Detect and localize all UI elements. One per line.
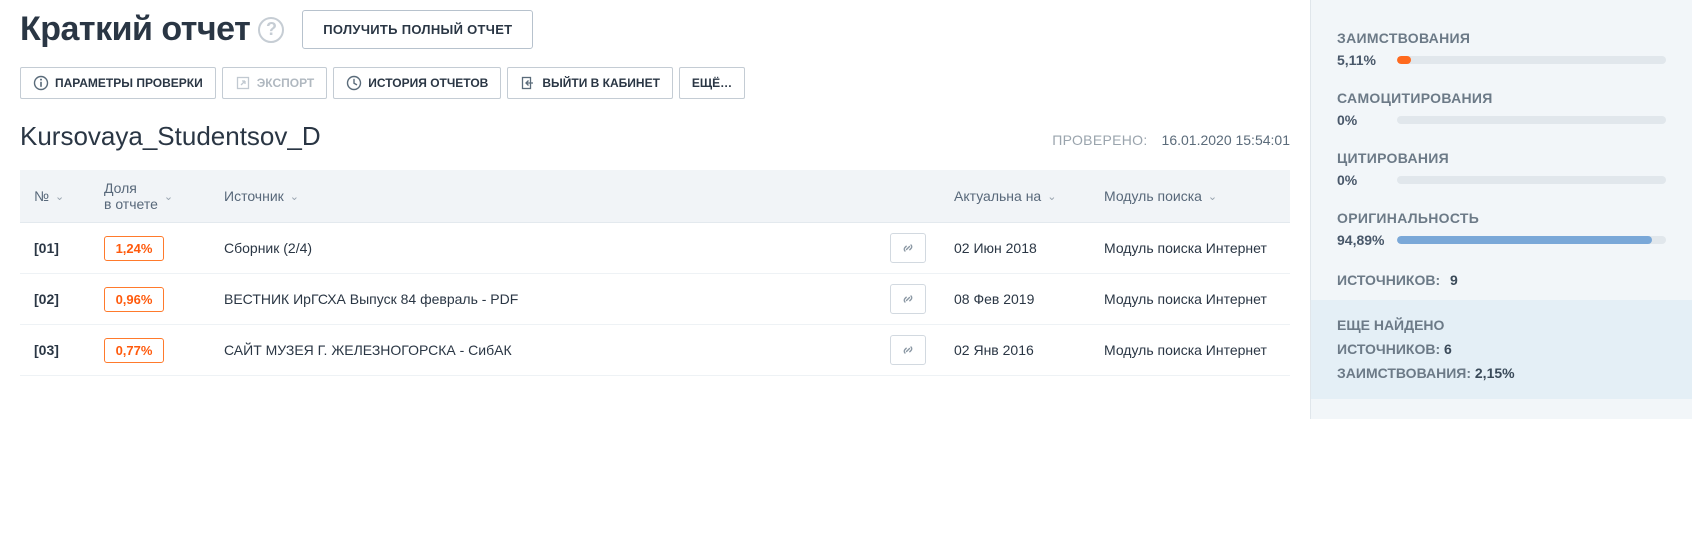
page-title-text: Краткий отчет bbox=[20, 10, 250, 49]
check-params-button[interactable]: ПАРАМЕТРЫ ПРОВЕРКИ bbox=[20, 67, 216, 99]
row-number: [02] bbox=[20, 274, 90, 325]
header-number[interactable]: № ⌄ bbox=[34, 188, 64, 204]
sources-count: ИСТОЧНИКОВ: 9 bbox=[1311, 260, 1692, 300]
source-date: 02 Июн 2018 bbox=[940, 223, 1090, 274]
report-history-button[interactable]: ИСТОРИЯ ОТЧЕТОВ bbox=[333, 67, 501, 99]
row-number: [03] bbox=[20, 325, 90, 376]
cite-value: 0% bbox=[1337, 172, 1387, 188]
checked-info: ПРОВЕРЕНО: 16.01.2020 15:54:01 bbox=[1052, 132, 1290, 148]
borrow-stat: ЗАИМСТВОВАНИЯ 5,11% bbox=[1311, 20, 1692, 80]
cite-stat: ЦИТИРОВАНИЯ 0% bbox=[1311, 140, 1692, 200]
sources-table: № ⌄ Доляв отчете ⌄ Источник ⌄ Актуальна … bbox=[20, 170, 1290, 376]
percent-badge: 0,96% bbox=[104, 287, 164, 312]
row-number: [01] bbox=[20, 223, 90, 274]
original-bar bbox=[1397, 236, 1666, 244]
source-date: 08 Фев 2019 bbox=[940, 274, 1090, 325]
exit-cabinet-button[interactable]: ВЫЙТИ В КАБИНЕТ bbox=[507, 67, 673, 99]
header-share[interactable]: Доляв отчете ⌄ bbox=[104, 180, 173, 212]
exit-icon bbox=[520, 75, 536, 91]
extra-found-label-2: ИСТОЧНИКОВ: bbox=[1337, 341, 1440, 357]
source-date: 02 Янв 2016 bbox=[940, 325, 1090, 376]
table-row: [02] 0,96% ВЕСТНИК ИрГСХА Выпуск 84 феврал… bbox=[20, 274, 1290, 325]
source-module: Модуль поиска Интернет bbox=[1090, 325, 1290, 376]
stats-sidebar: ЗАИМСТВОВАНИЯ 5,11% САМОЦИТИРОВАНИЯ 0% Ц… bbox=[1310, 0, 1692, 419]
link-icon bbox=[900, 342, 916, 358]
source-title: Сборник (2/4) bbox=[210, 223, 876, 274]
more-label: ЕЩЁ… bbox=[692, 76, 732, 90]
checked-label: ПРОВЕРЕНО: bbox=[1052, 132, 1147, 148]
selfcite-value: 0% bbox=[1337, 112, 1387, 128]
get-full-report-button[interactable]: ПОЛУЧИТЬ ПОЛНЫЙ ОТЧЕТ bbox=[302, 10, 533, 49]
exit-cabinet-label: ВЫЙТИ В КАБИНЕТ bbox=[542, 76, 660, 90]
original-label: ОРИГИНАЛЬНОСТЬ bbox=[1337, 210, 1666, 226]
help-icon[interactable]: ? bbox=[258, 17, 284, 43]
sort-icon: ⌄ bbox=[1208, 190, 1217, 203]
source-link-button[interactable] bbox=[890, 335, 926, 365]
export-label: ЭКСПОРТ bbox=[257, 76, 315, 90]
info-icon bbox=[33, 75, 49, 91]
check-params-label: ПАРАМЕТРЫ ПРОВЕРКИ bbox=[55, 76, 203, 90]
borrow-label: ЗАИМСТВОВАНИЯ bbox=[1337, 30, 1666, 46]
extra-sources-box[interactable]: ЕЩЕ НАЙДЕНО ИСТОЧНИКОВ: 6 ЗАИМСТВОВАНИЯ:… bbox=[1311, 300, 1692, 399]
toolbar: ПАРАМЕТРЫ ПРОВЕРКИ ЭКСПОРТ ИСТОРИЯ ОТЧЕТ… bbox=[20, 67, 1290, 99]
header-module[interactable]: Модуль поиска ⌄ bbox=[1104, 188, 1217, 204]
percent-badge: 1,24% bbox=[104, 236, 164, 261]
original-value: 94,89% bbox=[1337, 232, 1387, 248]
selfcite-bar bbox=[1397, 116, 1666, 124]
export-icon bbox=[235, 75, 251, 91]
sort-icon: ⌄ bbox=[290, 190, 299, 203]
extra-found-count: 6 bbox=[1444, 341, 1452, 357]
link-icon bbox=[900, 240, 916, 256]
source-title: САЙТ МУЗЕЯ Г. ЖЕЛЕЗНОГОРСКА - СибАК bbox=[210, 325, 876, 376]
document-name: Kursovaya_Studentsov_D bbox=[20, 121, 321, 152]
header-source[interactable]: Источник ⌄ bbox=[224, 188, 299, 204]
extra-borrow-value: 2,15% bbox=[1475, 365, 1515, 381]
link-icon bbox=[900, 291, 916, 307]
source-module: Модуль поиска Интернет bbox=[1090, 274, 1290, 325]
sort-icon: ⌄ bbox=[164, 190, 173, 203]
more-button[interactable]: ЕЩЁ… bbox=[679, 67, 745, 99]
table-row: [03] 0,77% САЙТ МУЗЕЯ Г. ЖЕЛЕЗНОГОРСКА - С… bbox=[20, 325, 1290, 376]
source-module: Модуль поиска Интернет bbox=[1090, 223, 1290, 274]
selfcite-label: САМОЦИТИРОВАНИЯ bbox=[1337, 90, 1666, 106]
extra-found-label-1: ЕЩЕ НАЙДЕНО bbox=[1337, 317, 1444, 333]
source-title: ВЕСТНИК ИрГСХА Выпуск 84 февраль - PDF bbox=[210, 274, 876, 325]
borrow-bar bbox=[1397, 56, 1666, 64]
source-link-button[interactable] bbox=[890, 284, 926, 314]
clock-icon bbox=[346, 75, 362, 91]
original-stat: ОРИГИНАЛЬНОСТЬ 94,89% bbox=[1311, 200, 1692, 260]
export-button: ЭКСПОРТ bbox=[222, 67, 328, 99]
sort-icon: ⌄ bbox=[55, 190, 64, 203]
sources-count-label: ИСТОЧНИКОВ: bbox=[1337, 272, 1440, 288]
cite-label: ЦИТИРОВАНИЯ bbox=[1337, 150, 1666, 166]
checked-timestamp: 16.01.2020 15:54:01 bbox=[1162, 132, 1290, 148]
selfcite-stat: САМОЦИТИРОВАНИЯ 0% bbox=[1311, 80, 1692, 140]
page-title: Краткий отчет ? bbox=[20, 10, 284, 49]
source-link-button[interactable] bbox=[890, 233, 926, 263]
extra-borrow-label: ЗАИМСТВОВАНИЯ: bbox=[1337, 365, 1471, 381]
sources-count-value: 9 bbox=[1450, 272, 1458, 288]
table-row: [01] 1,24% Сборник (2/4) 02 Июн 2018Модуль … bbox=[20, 223, 1290, 274]
percent-badge: 0,77% bbox=[104, 338, 164, 363]
cite-bar bbox=[1397, 176, 1666, 184]
header-actual[interactable]: Актуальна на ⌄ bbox=[954, 188, 1056, 204]
sort-icon: ⌄ bbox=[1047, 190, 1056, 203]
borrow-value: 5,11% bbox=[1337, 52, 1387, 68]
report-history-label: ИСТОРИЯ ОТЧЕТОВ bbox=[368, 76, 488, 90]
